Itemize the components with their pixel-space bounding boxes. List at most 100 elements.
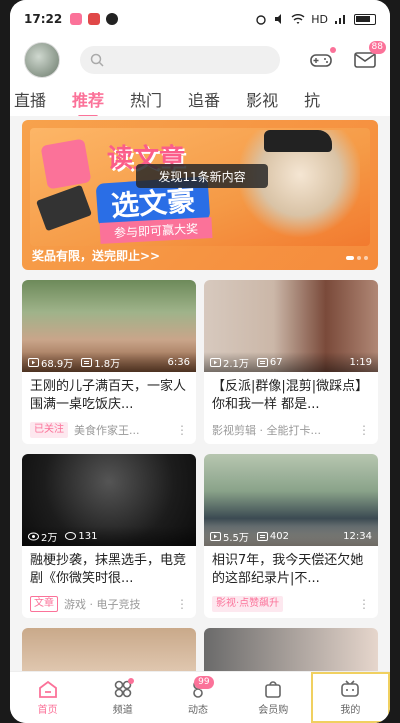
view-count: 5.5万 (223, 532, 249, 544)
nav-channel[interactable]: 频道 (85, 672, 160, 723)
promo-banner[interactable]: 读文章 选文豪 参与即可赢大奖 奖品有限，送完即止>> (22, 120, 378, 270)
video-card[interactable]: 5.5万 402 12:34 相识7年，我今天偿还欠她的这部纪录片|不... 影… (204, 454, 378, 618)
tab-live[interactable]: 直播 (10, 87, 59, 111)
followed-tag: 已关注 (30, 422, 68, 438)
video-thumbnail: 68.9万 1.8万 6:36 (22, 280, 196, 372)
video-title: 【反派|群像|混剪|微踩点】你和我一样 都是... (212, 379, 369, 412)
shop-icon (265, 681, 282, 698)
nav-channel-label: 频道 (112, 705, 133, 716)
more-options-icon[interactable]: ⋮ (176, 423, 188, 437)
search-input[interactable] (80, 46, 280, 74)
tab-movies[interactable]: 影视 (233, 87, 291, 111)
avatar[interactable] (24, 42, 60, 78)
category-tabs: 直播 推荐 热门 追番 影视 抗 (10, 82, 390, 116)
signal-icon (335, 15, 345, 24)
feed: 读文章 选文豪 参与即可赢大奖 奖品有限，送完即止>> 发现11条新内容 68.… (10, 116, 390, 671)
view-count: 68.9万 (41, 358, 74, 370)
comment-count: 67 (269, 356, 283, 368)
video-card[interactable]: 2.1万 67 1:19 【反派|群像|混剪|微踩点】你和我一样 都是... 影… (204, 280, 378, 444)
tab-more[interactable]: 抗 (291, 87, 333, 111)
video-card[interactable] (22, 628, 196, 671)
app-notification-icon (70, 13, 83, 25)
video-card[interactable]: 2万 131 融梗抄袭，抹黑选手，电竞剧《你微笑时很... 文章 游戏 · 电子… (22, 454, 196, 618)
article-title: 融梗抄袭，抹黑选手，电竞剧《你微笑时很... (30, 553, 187, 586)
status-right: HD (255, 13, 376, 26)
comment-count-icon (256, 357, 268, 367)
article-category[interactable]: 游戏 · 电子竞技 (64, 596, 141, 612)
video-stats: 5.5万 402 12:34 (204, 526, 378, 546)
video-thumbnail (22, 628, 196, 671)
video-thumbnail: 2.1万 67 1:19 (204, 280, 378, 372)
nav-profile[interactable]: 我的 (310, 672, 390, 723)
search-icon (90, 53, 104, 67)
video-duration: 1:19 (349, 356, 372, 368)
profile-icon (341, 680, 360, 697)
video-author[interactable]: 美食作家王... (74, 422, 140, 438)
home-icon (38, 680, 57, 698)
video-stats: 2.1万 67 1:19 (204, 352, 378, 372)
video-duration: 12:34 (343, 530, 372, 542)
wifi-icon (291, 14, 305, 24)
comment-count: 131 (78, 530, 98, 542)
tab-hot[interactable]: 热门 (117, 87, 175, 111)
dynamic-badge: 99 (194, 676, 214, 689)
nav-dynamic-label: 动态 (188, 705, 208, 716)
new-content-toast: 发现11条新内容 (136, 164, 268, 188)
network-type: HD (311, 12, 328, 26)
mute-icon (275, 14, 282, 24)
more-options-icon[interactable]: ⋮ (176, 597, 188, 611)
video-thumbnail: 2万 131 (22, 454, 196, 546)
status-time: 17:22 (24, 12, 63, 26)
battery-icon (354, 13, 376, 25)
banner-sticker (40, 138, 92, 190)
view-icon (28, 532, 39, 540)
view-count: 2万 (41, 532, 58, 544)
tab-recommend[interactable]: 推荐 (59, 87, 117, 116)
more-options-icon[interactable]: ⋮ (358, 597, 370, 611)
comment-count: 1.8万 (94, 358, 121, 370)
notification-dot (330, 47, 336, 53)
play-count-icon (210, 357, 221, 367)
more-options-icon[interactable]: ⋮ (358, 423, 370, 437)
play-count-icon (210, 531, 221, 541)
video-card[interactable] (204, 628, 378, 671)
nav-shop-label: 会员购 (258, 705, 289, 716)
comment-icon (65, 531, 77, 540)
bottom-nav: 首页 频道 99 动态 会员购 我的 (10, 671, 390, 723)
video-thumbnail: 5.5万 402 12:34 (204, 454, 378, 546)
game-center-button[interactable] (310, 47, 336, 69)
video-duration: 6:36 (167, 356, 190, 368)
article-tag: 文章 (30, 596, 58, 612)
play-count-icon (28, 357, 39, 367)
app-notification-icon (106, 13, 119, 25)
banner-pager (346, 256, 368, 260)
nav-shop[interactable]: 会员购 (236, 672, 311, 723)
comment-count-icon (256, 531, 268, 541)
status-bar: 17:22 HD (10, 0, 390, 38)
comment-count-icon (81, 357, 93, 367)
video-title: 相识7年，我今天偿还欠她的这部纪录片|不... (212, 553, 364, 586)
top-bar: 88 (10, 38, 390, 82)
banner-caption: 奖品有限，送完即止>> (32, 249, 161, 263)
app-notification-icon (88, 13, 101, 25)
alarm-icon (256, 15, 266, 25)
nav-profile-label: 我的 (340, 705, 361, 716)
video-card[interactable]: 68.9万 1.8万 6:36 王刚的儿子满百天，一家人围满一桌吃饭庆... 已… (22, 280, 196, 444)
gamepad-icon (310, 54, 332, 67)
view-count: 2.1万 (223, 358, 249, 370)
video-author[interactable]: 影视剪辑 · 全能打卡... (212, 422, 321, 438)
video-title: 王刚的儿子满百天，一家人围满一桌吃饭庆... (30, 379, 187, 412)
message-badge: 88 (368, 41, 386, 54)
messages-button[interactable]: 88 (354, 41, 386, 69)
comment-count: 402 (269, 530, 289, 542)
video-thumbnail (204, 628, 378, 671)
trending-tag: 影视·点赞飙升 (212, 596, 284, 612)
portrait-hat (264, 130, 332, 152)
nav-dynamic[interactable]: 99 动态 (160, 672, 235, 723)
nav-home-label: 首页 (37, 705, 58, 716)
video-stats: 68.9万 1.8万 6:36 (22, 352, 196, 372)
video-stats: 2万 131 (22, 526, 196, 546)
phone-screen: 17:22 HD 88 直播 推荐 热门 追番 影视 抗 读文章 选文豪 参与即… (10, 0, 390, 723)
tab-anime[interactable]: 追番 (175, 87, 233, 111)
nav-home[interactable]: 首页 (10, 672, 85, 723)
